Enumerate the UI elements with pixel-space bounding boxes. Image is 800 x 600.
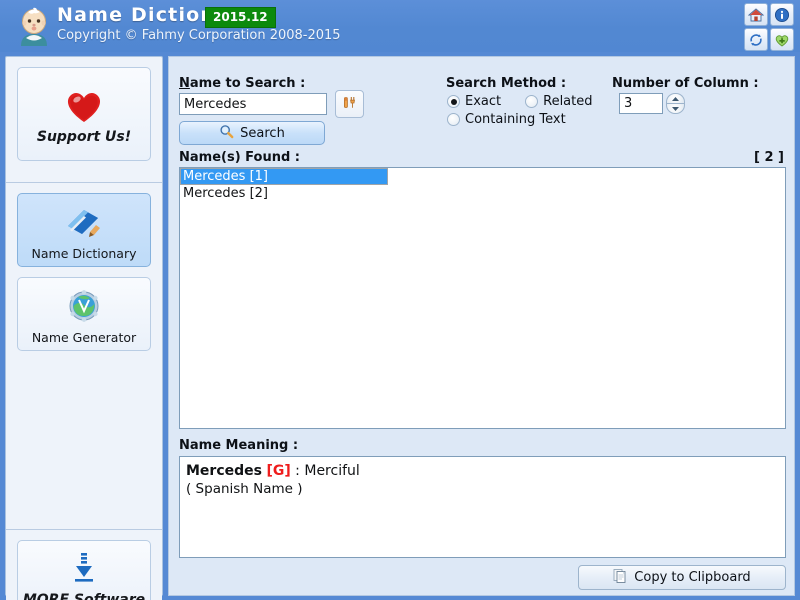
sidebar: Support Us! Name Dictionary Name Generat… — [5, 56, 163, 600]
sidebar-item-name-dictionary[interactable]: Name Dictionary — [17, 193, 151, 267]
update-button[interactable] — [744, 28, 768, 51]
search-button-label: Search — [240, 125, 285, 141]
number-of-column-stepper[interactable] — [619, 93, 685, 114]
radio-related[interactable]: Related — [525, 94, 593, 109]
sidebar-item-name-generator[interactable]: Name Generator — [17, 277, 151, 351]
application-window: Name Dictionary 2015.12 Copyright © Fahm… — [0, 0, 800, 600]
meaning-definition: Merciful — [304, 463, 360, 479]
results-count-badge: [ 2 ] — [754, 150, 784, 165]
donate-button[interactable] — [770, 28, 794, 51]
search-button[interactable]: Search — [179, 121, 325, 145]
accel-letter: N — [179, 76, 190, 91]
sidebar-item-label: Support Us! — [36, 129, 132, 145]
name-to-search-label: Name to Search : — [179, 76, 305, 91]
stepper-down-button[interactable] — [666, 103, 685, 114]
chevron-up-icon — [672, 96, 679, 101]
sidebar-section-support: Support Us! — [6, 67, 162, 183]
radio-dot-containing-text — [447, 113, 460, 126]
info-button[interactable] — [770, 3, 794, 26]
meaning-gender-tag: [G] — [266, 463, 291, 479]
magnifier-icon — [219, 124, 234, 143]
main-panel: Name to Search : Search — [168, 56, 795, 596]
meaning-origin: ( Spanish Name ) — [186, 481, 303, 497]
radio-label: Related — [543, 94, 593, 109]
donate-heart-icon — [774, 32, 790, 48]
sidebar-section-more: MORE Software — [6, 540, 162, 600]
sidebar-item-label: Name Dictionary — [31, 245, 137, 261]
copy-document-icon — [613, 568, 628, 588]
book-pencil-icon — [64, 200, 104, 244]
update-icon — [748, 32, 764, 48]
copy-button-label: Copy to Clipboard — [634, 570, 751, 585]
radio-dot-related — [525, 95, 539, 108]
tools-icon — [341, 93, 359, 116]
chevron-down-icon — [672, 106, 679, 111]
home-button[interactable] — [744, 3, 768, 26]
radio-dot-exact — [447, 95, 460, 108]
list-item[interactable]: Mercedes [1] — [180, 168, 388, 185]
search-method-row-2: Containing Text — [447, 112, 566, 127]
sidebar-section-tools: Name Dictionary Name Generator — [6, 193, 162, 530]
names-found-label: Name(s) Found : — [179, 150, 300, 165]
meaning-name: Mercedes — [186, 463, 262, 479]
search-method-row-1: Exact Related — [447, 94, 593, 109]
version-badge: 2015.12 — [205, 7, 276, 28]
radio-exact[interactable]: Exact — [447, 94, 501, 109]
radio-label: Containing Text — [465, 112, 566, 127]
titlebar-button-group — [744, 3, 794, 51]
sidebar-item-more-software[interactable]: MORE Software — [17, 540, 151, 600]
search-options-button[interactable] — [335, 90, 364, 118]
baby-icon — [12, 4, 56, 48]
download-arrow-icon — [64, 546, 104, 590]
name-meaning-label: Name Meaning : — [179, 438, 299, 453]
name-meaning-box[interactable]: Mercedes [G] : Merciful ( Spanish Name ) — [179, 456, 786, 558]
names-found-listbox[interactable]: Mercedes [1] Mercedes [2] — [179, 167, 786, 429]
home-icon — [748, 7, 764, 23]
meaning-line: Mercedes [G] : Merciful — [186, 462, 779, 480]
list-item[interactable]: Mercedes [2] — [180, 185, 785, 202]
column-count-input[interactable] — [619, 93, 663, 114]
radio-label: Exact — [465, 94, 502, 109]
meaning-separator: : — [290, 463, 305, 479]
info-icon — [774, 7, 790, 23]
sidebar-item-label: MORE Software — [22, 592, 146, 600]
title-bar: Name Dictionary 2015.12 Copyright © Fahm… — [0, 0, 800, 52]
sidebar-item-support-us[interactable]: Support Us! — [17, 67, 151, 161]
globe-gear-icon — [65, 284, 103, 328]
copyright-text: Copyright © Fahmy Corporation 2008-2015 — [57, 28, 341, 43]
sidebar-item-label: Name Generator — [31, 329, 137, 345]
stepper-up-button[interactable] — [666, 93, 685, 103]
red-heart-icon — [63, 83, 105, 127]
number-of-column-label: Number of Column : — [612, 76, 759, 91]
stepper-buttons — [666, 93, 685, 114]
radio-containing-text[interactable]: Containing Text — [447, 112, 566, 127]
label-text: ame to Search : — [189, 76, 306, 91]
search-input[interactable] — [179, 93, 327, 115]
search-method-label: Search Method : — [446, 76, 567, 91]
copy-to-clipboard-button[interactable]: Copy to Clipboard — [578, 565, 786, 590]
